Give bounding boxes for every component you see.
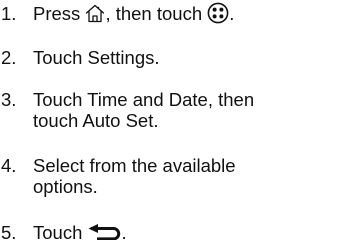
step-text-line: Select from the available	[33, 155, 236, 176]
step-text-segment: .	[229, 3, 235, 24]
step-number: 4.	[1, 155, 17, 176]
step-text: Touch .	[33, 222, 338, 243]
step-number: 3.	[1, 89, 17, 110]
step-text-segment: Press	[33, 3, 81, 24]
step-text-segment: .	[121, 222, 127, 243]
step-text-line: Touch Time and Date, then	[33, 89, 255, 110]
step-text: Press , then touch .	[33, 2, 338, 26]
step-number: 1.	[1, 3, 17, 24]
back-arrow-icon	[88, 223, 122, 240]
step-text-line: touch Auto Set.	[33, 110, 159, 131]
step-number: 2.	[1, 47, 17, 68]
step-text-line: options.	[33, 176, 98, 197]
step-text-segment: , then touch	[105, 3, 203, 24]
step-number: 5.	[1, 222, 17, 243]
step-text: Touch Settings.	[33, 47, 160, 68]
step-text: Touch Time and Date, then touch Auto Set…	[33, 89, 338, 131]
home-icon	[85, 4, 105, 23]
step-text: Select from the available options.	[33, 155, 338, 197]
step-text-segment: Touch	[33, 222, 83, 243]
apps-menu-icon	[207, 2, 229, 24]
